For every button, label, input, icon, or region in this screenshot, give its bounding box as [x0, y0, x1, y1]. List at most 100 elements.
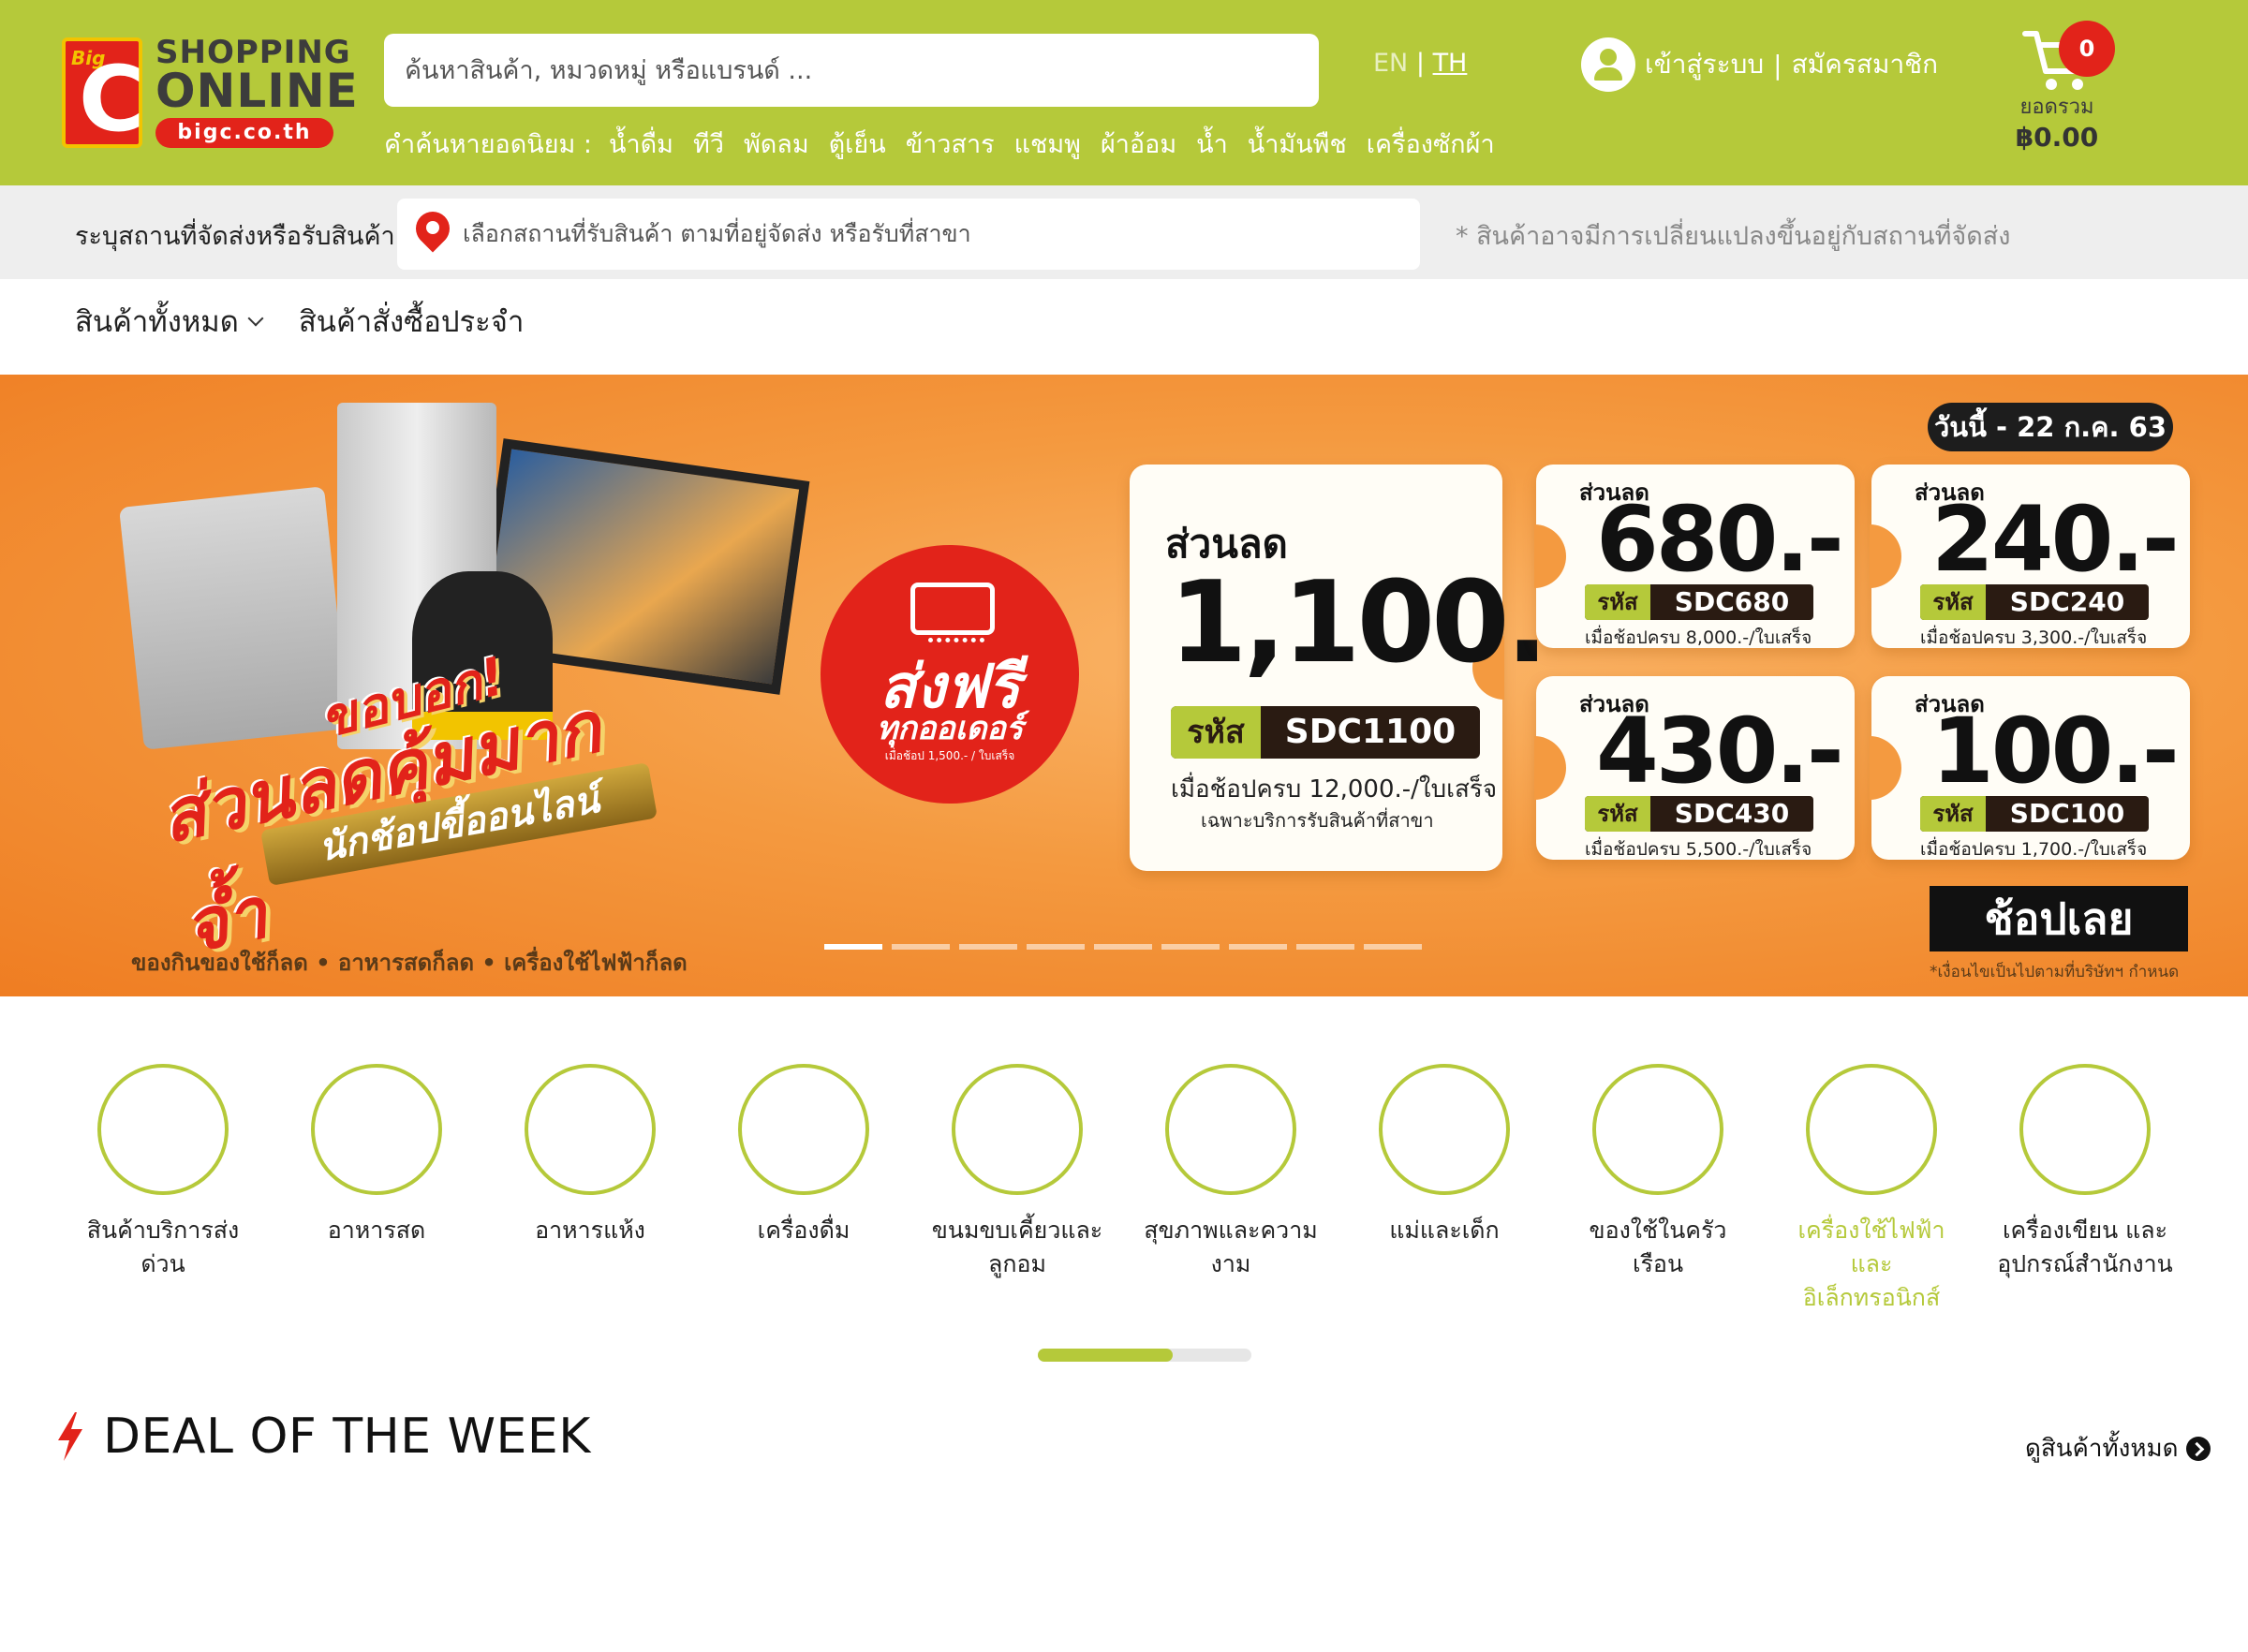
site-header: Big C SHOPPING ONLINE bigc.co.th คำค้นหา… — [0, 0, 2248, 185]
coupon-code: รหัส SDC680 — [1585, 584, 1813, 620]
category-image[interactable] — [952, 1064, 1083, 1195]
banner-terms: *เงื่อนไขเป็นไปตามที่บริษัทฯ กำหนด — [1930, 963, 2180, 981]
category-item[interactable]: เครื่องดื่ม — [697, 1064, 910, 1315]
category-image[interactable] — [738, 1064, 869, 1195]
location-selector[interactable]: เลือกสถานที่รับสินค้า ตามที่อยู่จัดส่ง ห… — [397, 199, 1420, 270]
category-image[interactable] — [1165, 1064, 1296, 1195]
category-image[interactable] — [2019, 1064, 2151, 1195]
coupon-note: เฉพาะบริการรับสินค้าที่สาขา — [1201, 809, 1434, 832]
cart-count-badge: 0 — [2059, 21, 2115, 77]
popular-searches: คำค้นหายอดนิยม : น้ำดื่ม ทีวี พัดลม ตู้เ… — [384, 124, 1515, 164]
coupon-card: ส่วนลด 680.- รหัส SDC680 เมื่อช้อปครบ 8,… — [1534, 465, 1855, 648]
coupon-notch — [1534, 736, 1566, 800]
category-item[interactable]: อาหารแห้ง — [483, 1064, 697, 1315]
popular-keyword[interactable]: น้ำมันพืช — [1248, 124, 1347, 164]
category-carousel: สินค้าบริการส่งด่วน อาหารสด อาหารแห้ง เครื่… — [56, 1064, 2211, 1315]
coupon-condition: เมื่อช้อปครบ 1,700.-/ใบเสร็จ — [1920, 839, 2148, 860]
category-image[interactable] — [1806, 1064, 1937, 1195]
category-name: เครื่องใช้ไฟฟ้าและอิเล็กทรอนิกส์ — [1797, 1217, 1945, 1311]
see-all-label: ดูสินค้าทั้งหมด — [2025, 1435, 2179, 1463]
category-image[interactable] — [1379, 1064, 1510, 1195]
nav-all-products[interactable]: สินค้าทั้งหมด — [75, 298, 264, 345]
category-name: สุขภาพและความงาม — [1144, 1217, 1318, 1277]
carousel-dot[interactable] — [824, 944, 882, 950]
coupon-code-value: SDC430 — [1674, 798, 1790, 829]
login-link[interactable]: เข้าสู่ระบบ — [1645, 44, 1764, 85]
promo-banner[interactable]: ขอบอก! ส่วนลดคุ้มมากจ้ำ นักช้อปขี้ออนไลน… — [0, 375, 2248, 996]
lang-en[interactable]: EN — [1373, 49, 1408, 78]
coupon-code-value: SDC1100 — [1284, 713, 1457, 751]
category-image[interactable] — [311, 1064, 442, 1195]
search-box[interactable] — [384, 34, 1319, 107]
coupon-amount: 240.- — [1931, 487, 2180, 592]
shop-now-button[interactable]: ช้อปเลย — [1930, 886, 2188, 951]
category-scrollbar-thumb[interactable] — [1038, 1349, 1173, 1362]
coupon-amount: 1,100.- — [1169, 558, 1591, 688]
popular-keyword[interactable]: ตู้เย็น — [829, 124, 886, 164]
location-bar: ระบุสถานที่จัดส่งหรือรับสินค้า เลือกสถาน… — [0, 185, 2248, 279]
coupon-code: รหัส SDC100 — [1920, 796, 2149, 832]
search-input[interactable] — [405, 55, 1298, 85]
category-item[interactable]: ขนมขบเคี้ยวและลูกอม — [910, 1064, 1124, 1315]
logo-text-online: ONLINE — [155, 64, 359, 118]
popular-keyword[interactable]: น้ำ — [1196, 124, 1228, 164]
popular-keyword[interactable]: แชมพู — [1014, 124, 1081, 164]
coupon-card-large: ส่วนลด 1,100.- รหัส SDC1100 เมื่อช้อปครบ… — [1130, 465, 1591, 871]
carousel-dots — [824, 944, 1431, 950]
nav-subscription[interactable]: สินค้าสั่งซื้อประจำ — [299, 298, 525, 345]
see-all-link[interactable]: ดูสินค้าทั้งหมด — [2025, 1429, 2211, 1468]
popular-keyword[interactable]: น้ำดื่ม — [609, 124, 673, 164]
coupon-amount: 430.- — [1596, 699, 1844, 804]
logo-domain: bigc.co.th — [155, 118, 333, 148]
popular-keyword[interactable]: ทีวี — [693, 124, 724, 164]
popular-keyword[interactable]: เครื่องซักผ้า — [1367, 124, 1495, 164]
category-image[interactable] — [525, 1064, 656, 1195]
category-item[interactable]: ของใช้ในครัวเรือน — [1551, 1064, 1765, 1315]
category-item[interactable]: เครื่องใช้ไฟฟ้าและอิเล็กทรอนิกส์ — [1765, 1064, 1978, 1315]
carousel-dot[interactable] — [959, 944, 1017, 950]
category-name: สินค้าบริการส่งด่วน — [86, 1217, 240, 1277]
nav-all-products-label: สินค้าทั้งหมด — [75, 305, 239, 339]
bigc-logo[interactable]: Big C SHOPPING ONLINE bigc.co.th — [62, 34, 358, 152]
category-item[interactable]: สินค้าบริการส่งด่วน — [56, 1064, 270, 1315]
category-item[interactable]: แม่และเด็ก — [1338, 1064, 1551, 1315]
carousel-dot[interactable] — [892, 944, 950, 950]
language-switcher: EN | TH — [1373, 49, 1467, 78]
user-icon[interactable] — [1581, 37, 1635, 92]
category-name: เครื่องดื่ม — [757, 1217, 850, 1244]
category-item[interactable]: อาหารสด — [270, 1064, 483, 1315]
carousel-dot[interactable] — [1296, 944, 1354, 950]
coupon-code-value: SDC100 — [2009, 798, 2125, 829]
deal-of-week-title: DEAL OF THE WEEK — [103, 1409, 591, 1465]
logo-mark: Big C — [62, 37, 144, 148]
carousel-dot[interactable] — [1229, 944, 1287, 950]
category-image[interactable] — [1592, 1064, 1723, 1195]
category-name: ขนมขบเคี้ยวและลูกอม — [931, 1217, 1103, 1277]
category-item[interactable]: สุขภาพและความงาม — [1124, 1064, 1338, 1315]
lang-th[interactable]: TH — [1433, 49, 1468, 78]
arrow-right-circle-icon — [2185, 1436, 2211, 1461]
carousel-dot[interactable] — [1027, 944, 1085, 950]
category-name: อาหารสด — [327, 1217, 426, 1244]
cart[interactable]: 0 ยอดรวม ฿0.00 — [2014, 21, 2117, 161]
account-separator: | — [1773, 49, 1782, 81]
popular-keyword[interactable]: ข้าวสาร — [906, 124, 995, 164]
deal-of-week-heading: DEAL OF THE WEEK — [54, 1409, 591, 1465]
popular-keyword[interactable]: พัดลม — [744, 124, 809, 164]
category-item[interactable]: เครื่องเขียน และอุปกรณ์สำนักงาน — [1978, 1064, 2192, 1315]
carousel-dot[interactable] — [1161, 944, 1220, 950]
coupon-notch — [1870, 736, 1901, 800]
carousel-dot[interactable] — [1364, 944, 1422, 950]
lightning-bolt-icon — [58, 1412, 82, 1461]
popular-keyword[interactable]: ผ้าอ้อม — [1101, 124, 1176, 164]
register-link[interactable]: สมัครสมาชิก — [1792, 44, 1939, 85]
category-image[interactable] — [97, 1064, 229, 1195]
category-scrollbar[interactable] — [1038, 1349, 1251, 1362]
coupon-code-value: SDC240 — [2009, 586, 2125, 617]
category-name: แม่และเด็ก — [1389, 1217, 1500, 1244]
lang-separator: | — [1415, 49, 1425, 78]
category-name: อาหารแห้ง — [535, 1217, 645, 1244]
coupon-condition: เมื่อช้อปครบ 3,300.-/ใบเสร็จ — [1920, 627, 2148, 648]
carousel-dot[interactable] — [1094, 944, 1152, 950]
location-note: * สินค้าอาจมีการเปลี่ยนแปลงขึ้นอยู่กับสถ… — [1456, 222, 2011, 251]
